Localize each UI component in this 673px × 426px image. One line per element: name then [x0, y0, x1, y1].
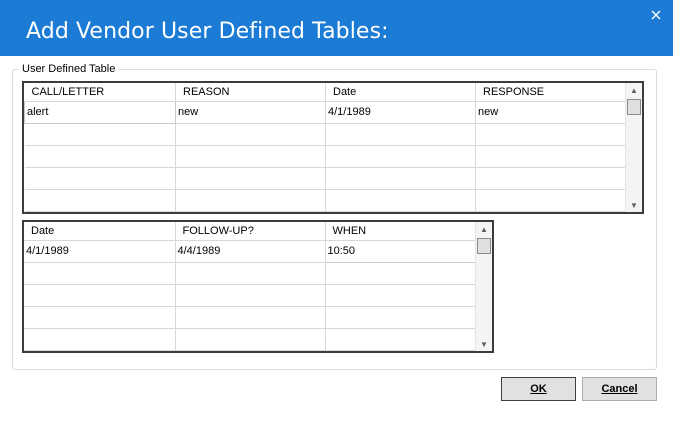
table-cell[interactable]	[175, 284, 326, 307]
table-cell[interactable]	[24, 145, 176, 168]
table-cell[interactable]	[24, 123, 176, 146]
table-cell[interactable]	[475, 145, 626, 168]
cancel-button-label: Cancel	[601, 383, 638, 395]
column-header[interactable]: CALL/LETTER	[24, 83, 176, 102]
column-header[interactable]: WHEN	[325, 222, 476, 241]
table-cell[interactable]	[325, 123, 476, 146]
table-cell[interactable]	[475, 167, 626, 190]
table-row[interactable]	[24, 189, 626, 212]
table-cell[interactable]	[475, 189, 626, 212]
column-header[interactable]: Date	[325, 83, 476, 102]
table-cell[interactable]: new	[475, 101, 626, 124]
table-cell[interactable]	[175, 145, 326, 168]
table-row[interactable]	[24, 306, 476, 329]
scroll-down-arrow-icon[interactable]: ▼	[476, 337, 492, 351]
table-cell[interactable]: new	[175, 101, 326, 124]
table-row[interactable]	[24, 262, 476, 285]
table-cell[interactable]	[325, 328, 476, 351]
scroll-thumb[interactable]	[477, 238, 491, 254]
table-row[interactable]	[24, 167, 626, 190]
table-row[interactable]	[24, 328, 476, 351]
column-header[interactable]: RESPONSE	[475, 83, 626, 102]
table-row[interactable]	[24, 145, 626, 168]
table-row[interactable]	[24, 123, 626, 146]
table-cell[interactable]	[325, 284, 476, 307]
table-cell[interactable]	[175, 189, 326, 212]
title-bar: Add Vendor User Defined Tables:	[0, 0, 673, 56]
window-title: Add Vendor User Defined Tables:	[26, 19, 389, 44]
table-cell[interactable]: 4/1/1989	[24, 240, 176, 263]
scroll-up-arrow-icon[interactable]: ▲	[476, 222, 492, 236]
table-cell[interactable]	[175, 262, 326, 285]
table-cell[interactable]	[325, 306, 476, 329]
column-header[interactable]: REASON	[175, 83, 326, 102]
table-cell[interactable]: 10:50	[324, 239, 476, 263]
vertical-scrollbar[interactable]: ▲ ▼	[625, 83, 642, 212]
table-cell[interactable]	[175, 306, 326, 329]
table-cell[interactable]: 4/1/1989	[325, 101, 476, 124]
table-cell[interactable]	[325, 167, 476, 190]
cancel-button[interactable]: Cancel	[582, 377, 657, 401]
table-row[interactable]: 4/1/1989 4/4/1989 10:50	[24, 239, 476, 263]
table-cell[interactable]	[325, 145, 476, 168]
table-cell[interactable]: alert	[24, 100, 176, 124]
scroll-thumb[interactable]	[627, 99, 641, 115]
close-icon	[651, 10, 661, 20]
table-cell[interactable]	[175, 167, 326, 190]
table-cell[interactable]	[24, 328, 176, 351]
vertical-scrollbar[interactable]: ▲ ▼	[475, 222, 492, 351]
table-cell[interactable]	[24, 306, 176, 329]
table-cell[interactable]	[175, 123, 326, 146]
scroll-down-arrow-icon[interactable]: ▼	[626, 198, 642, 212]
table-row[interactable]: alert new 4/1/1989 new	[24, 100, 626, 124]
column-header[interactable]: Date	[24, 222, 176, 241]
table-cell[interactable]	[325, 262, 476, 285]
user-defined-grid[interactable]: CALL/LETTER REASON Date RESPONSE alert n…	[22, 81, 644, 214]
table-cell[interactable]	[24, 284, 176, 307]
ok-button-label: OK	[530, 383, 547, 395]
table-cell[interactable]: 4/4/1989	[175, 240, 326, 263]
table-cell[interactable]	[325, 189, 476, 212]
column-header[interactable]: FOLLOW-UP?	[175, 222, 326, 241]
scroll-up-arrow-icon[interactable]: ▲	[626, 83, 642, 97]
table-cell[interactable]	[24, 167, 176, 190]
table-cell[interactable]	[475, 123, 626, 146]
table-cell[interactable]	[24, 262, 176, 285]
table-row[interactable]	[24, 284, 476, 307]
group-legend: User Defined Table	[19, 63, 119, 75]
table-cell[interactable]	[175, 328, 326, 351]
close-button[interactable]	[639, 0, 673, 30]
ok-button[interactable]: OK	[501, 377, 576, 401]
follow-up-grid[interactable]: Date FOLLOW-UP? WHEN 4/1/1989 4/4/1989 1…	[22, 220, 494, 353]
table-cell[interactable]	[24, 189, 176, 212]
